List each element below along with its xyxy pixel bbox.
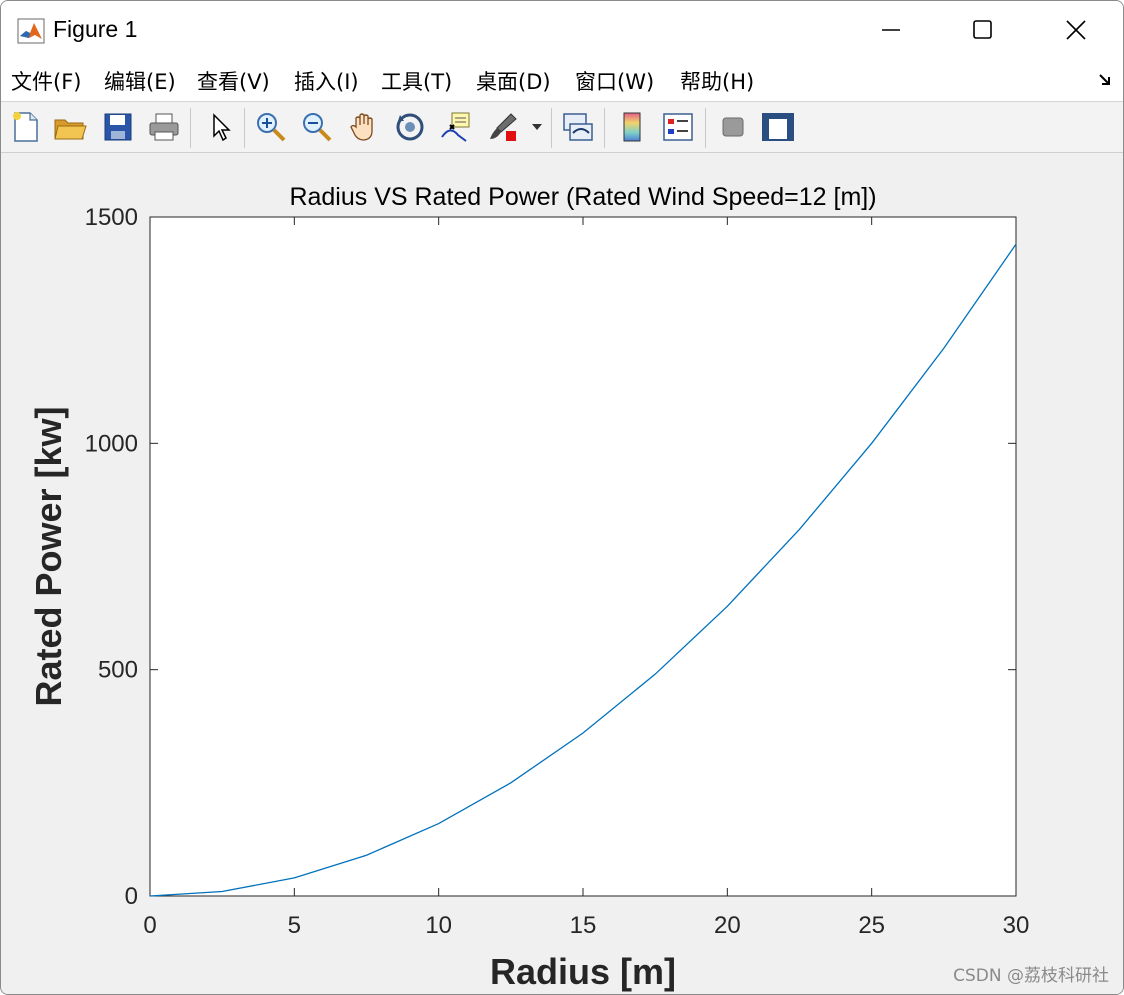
maximize-icon — [973, 20, 992, 39]
x-tick-label: 20 — [714, 912, 741, 939]
maximize-button[interactable] — [938, 1, 1028, 59]
x-tick-label: 5 — [288, 912, 301, 939]
data-cursor-icon[interactable] — [438, 109, 474, 145]
new-figure-icon[interactable] — [7, 109, 43, 145]
menu-view[interactable]: 查看(V) — [197, 66, 270, 96]
rotate-3d-icon[interactable] — [392, 109, 428, 145]
menu-edit[interactable]: 编辑(E) — [104, 66, 176, 96]
menu-window[interactable]: 窗口(W) — [575, 66, 654, 96]
toolbar-separator — [604, 108, 605, 148]
menu-desktop[interactable]: 桌面(D) — [476, 66, 551, 96]
y-tick-label: 1000 — [85, 430, 138, 457]
menu-insert[interactable]: 插入(I) — [294, 66, 359, 96]
save-icon[interactable] — [100, 109, 136, 145]
menu-tools[interactable]: 工具(T) — [381, 66, 452, 96]
toolbar-separator — [244, 108, 245, 148]
dock-arrow-icon[interactable] — [1097, 71, 1115, 93]
watermark: CSDN @荔枝科研社 — [953, 966, 1109, 986]
chart-title: Radius VS Rated Power (Rated Wind Speed=… — [289, 183, 876, 211]
x-tick-label: 10 — [425, 912, 452, 939]
chart-svg: 0 5 10 15 20 25 30 0 500 1000 1500 Radius VS Rated… — [28, 183, 1030, 992]
x-tick-label: 15 — [570, 912, 597, 939]
menu-bar: 文件(F) 编辑(E) 查看(V) 插入(I) 工具(T) 桌面(D) 窗口(W… — [1, 59, 1123, 102]
toolbar-separator — [551, 108, 552, 148]
close-icon — [1066, 20, 1086, 40]
open-file-icon[interactable] — [52, 109, 88, 145]
y-tick-label: 0 — [125, 883, 138, 910]
title-bar[interactable]: Figure 1 — [1, 1, 1123, 59]
y-tick-label: 1500 — [85, 204, 138, 231]
x-tick-label: 30 — [1003, 912, 1030, 939]
plot-area[interactable] — [149, 216, 1017, 897]
brush-icon[interactable] — [485, 109, 521, 145]
minimize-icon — [882, 29, 900, 31]
x-tick-label: 0 — [143, 912, 156, 939]
pan-hand-icon[interactable] — [346, 109, 382, 145]
y-axis-label: Rated Power [kw] — [28, 406, 69, 706]
print-icon[interactable] — [146, 109, 182, 145]
link-plot-icon[interactable] — [560, 109, 596, 145]
colorbar-icon[interactable] — [614, 109, 650, 145]
show-plot-tools-icon[interactable] — [760, 109, 796, 145]
zoom-in-icon[interactable] — [253, 109, 289, 145]
minimize-button[interactable] — [846, 1, 936, 59]
x-tick-label: 25 — [858, 912, 885, 939]
toolbar-separator — [705, 108, 706, 148]
close-button[interactable] — [1031, 1, 1121, 59]
menu-help[interactable]: 帮助(H) — [680, 66, 754, 96]
figure-window: Figure 1 文件(F) 编辑(E) 查看(V) 插入(I) 工具(T) 桌… — [0, 0, 1124, 995]
y-tick-label: 500 — [98, 657, 138, 684]
menu-file[interactable]: 文件(F) — [11, 66, 81, 96]
window-title: Figure 1 — [53, 16, 138, 42]
brush-dropdown-icon[interactable] — [527, 109, 547, 145]
zoom-out-icon[interactable] — [299, 109, 335, 145]
toolbar-separator — [190, 108, 191, 148]
legend-icon[interactable] — [660, 109, 696, 145]
select-arrow-icon[interactable] — [201, 109, 237, 145]
figure-toolbar — [1, 102, 1123, 153]
hide-plot-tools-icon[interactable] — [715, 109, 751, 145]
x-axis-label: Radius [m] — [490, 951, 676, 992]
figure-canvas: 0 5 10 15 20 25 30 0 500 1000 1500 Radius VS Rated… — [1, 153, 1123, 994]
matlab-logo-icon — [17, 18, 45, 44]
